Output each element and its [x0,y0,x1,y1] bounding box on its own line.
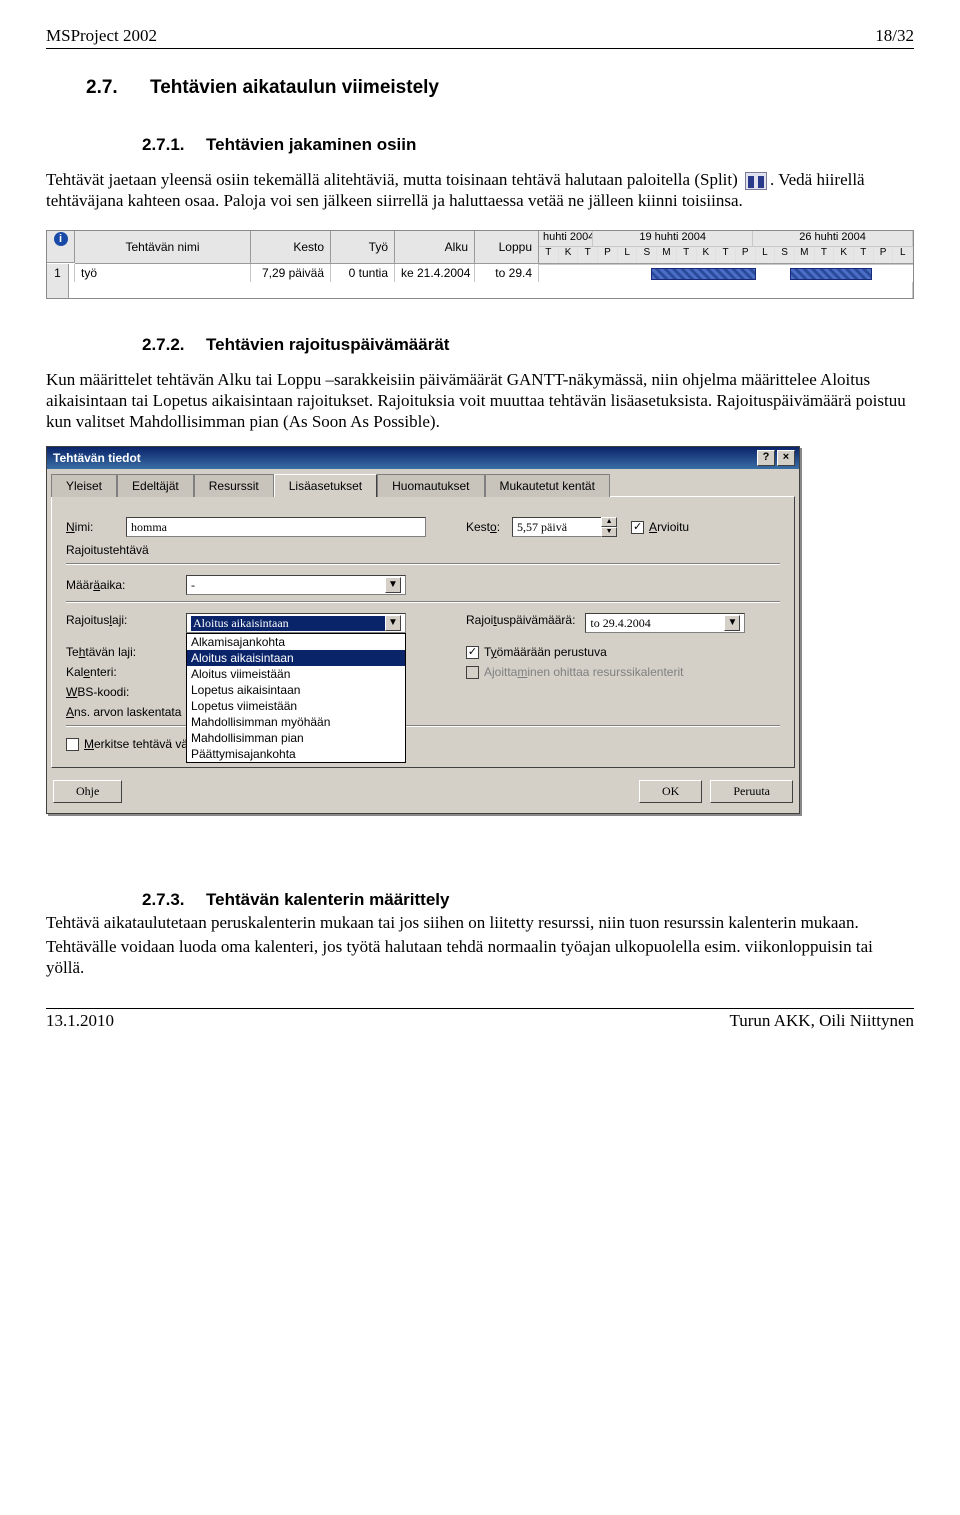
ajoittaminen-checkbox [466,666,479,679]
dialog-titlebar[interactable]: Tehtävän tiedot ? × [47,447,799,469]
option-paattymisajankohta[interactable]: Päättymisajankohta [187,746,405,762]
tab-lisaasetukset[interactable]: Lisäasetukset [274,474,377,497]
paragraph-272: Kun määrittelet tehtävän Alku tai Loppu … [46,369,914,433]
gantt-col-alku: Alku [395,231,475,264]
paragraph-273b: Tehtävälle voidaan luoda oma kalenteri, … [46,936,914,979]
divider [66,563,780,565]
paragraph-273a: Tehtävä aikataulutetaan peruskalenterin … [46,912,914,933]
arvioitu-checkbox[interactable]: ✓ [631,521,644,534]
heading-2-7-2: 2.7.2.Tehtävien rajoituspäivämäärät [142,335,914,355]
gantt-task-alku: ke 21.4.2004 [395,264,475,282]
gantt-task-kesto: 7,29 päivää [251,264,331,282]
spin-down-icon[interactable]: ▼ [601,527,617,537]
rajoituspvm-label: Rajoituspäivämäärä: [466,613,575,627]
info-icon: i [54,232,68,246]
gantt-task-tyo: 0 tuntia [331,264,395,282]
gantt-task-name: työ [75,264,251,282]
tehtlaji-label: Tehtävän laji: [66,645,186,659]
dialog-tabs: Yleiset Edeltäjät Resurssit Lisäasetukse… [47,469,799,496]
divider [66,725,780,727]
rajoituspvm-combo[interactable]: to 29.4.2004 ▼ [585,613,745,633]
chevron-down-icon[interactable]: ▼ [724,615,740,631]
gantt-row-index: 1 [47,264,69,282]
tyomaaraan-label: Työmäärään perustuva [484,645,607,659]
gantt-task-loppu: to 29.4 [475,264,539,282]
page-header: MSProject 2002 18/32 [46,24,914,49]
footer-right: Turun AKK, Oili Niittynen [729,1011,914,1031]
task-info-dialog: Tehtävän tiedot ? × Yleiset Edeltäjät Re… [46,446,800,814]
peruuta-button[interactable]: Peruuta [710,780,793,803]
group-rajoitustehtava: Rajoitustehtävä [66,543,780,557]
option-lopetus-viimeistaan[interactable]: Lopetus viimeistään [187,698,405,714]
heading-2-7: 2.7.Tehtävien aikataulun viimeistely [86,77,914,99]
dialog-title: Tehtävän tiedot [51,451,755,465]
chevron-down-icon[interactable]: ▼ [385,577,401,593]
tyomaaraan-checkbox[interactable]: ✓ [466,646,479,659]
rajoituslaji-listbox[interactable]: Alkamisajankohta Aloitus aikaisintaan Al… [186,633,406,763]
option-lopetus-aikaisintaan[interactable]: Lopetus aikaisintaan [187,682,405,698]
merkitse-checkbox[interactable] [66,738,79,751]
divider [66,601,780,603]
option-mahd-myohaan[interactable]: Mahdollisimman myöhään [187,714,405,730]
kalenteri-label: Kalenteri: [66,665,186,679]
gantt-col-tyo: Työ [331,231,395,264]
page-footer: 13.1.2010 Turun AKK, Oili Niittynen [46,1008,914,1033]
gantt-bar-segment-2 [790,268,872,280]
gantt-days: T K T P L S M T K T P L S M T [539,247,913,263]
split-task-icon [745,172,767,190]
rajoituslaji-combo[interactable]: Aloitus aikaisintaan ▼ Alkamisajankohta … [186,613,406,633]
kesto-spinner[interactable]: 5,57 päivä ▲ ▼ [512,517,617,537]
kesto-label: Kesto: [466,520,500,534]
spin-up-icon[interactable]: ▲ [601,517,617,527]
gantt-screenshot: i Tehtävän nimi Kesto Työ Alku Loppu huh… [46,230,914,299]
option-aloitus-aikaisintaan[interactable]: Aloitus aikaisintaan [187,650,405,666]
header-right: 18/32 [875,26,914,46]
nimi-label: Nimi: [66,520,126,534]
heading-2-7-1: 2.7.1.Tehtävien jakaminen osiin [142,135,914,155]
ohje-button[interactable]: Ohje [53,780,122,803]
tab-yleiset[interactable]: Yleiset [51,474,117,497]
gantt-col-loppu: Loppu [475,231,539,264]
gantt-col-info-icon: i [47,231,75,263]
gantt-bar-segment-1 [651,268,756,280]
chevron-down-icon[interactable]: ▼ [385,615,401,631]
footer-left: 13.1.2010 [46,1011,114,1031]
nimi-input[interactable]: homma [126,517,426,537]
help-button[interactable]: ? [757,450,775,466]
ok-button[interactable]: OK [639,780,702,803]
option-aloitus-viimeistaan[interactable]: Aloitus viimeistään [187,666,405,682]
maaraaika-combo[interactable]: - ▼ [186,575,406,595]
header-left: MSProject 2002 [46,26,157,46]
wbs-label: WBS-koodi: [66,685,186,699]
tab-resurssit[interactable]: Resurssit [194,474,274,497]
option-mahd-pian[interactable]: Mahdollisimman pian [187,730,405,746]
tab-huomautukset[interactable]: Huomautukset [377,474,484,497]
gantt-chart-area [539,264,913,282]
gantt-timeline-header: huhti 2004 19 huhti 2004 26 huhti 2004 T… [539,231,913,264]
gantt-col-name: Tehtävän nimi [75,231,251,264]
close-button[interactable]: × [777,450,795,466]
heading-2-7-3: 2.7.3.Tehtävän kalenterin määrittely [142,890,914,910]
maaraaika-label: Määräaika: [66,578,186,592]
ajoittaminen-label: Ajoittaminen ohittaa resurssikalenterit [484,665,683,679]
rajoituslaji-label: Rajoituslaji: [66,613,186,627]
paragraph-271: Tehtävät jaetaan yleensä osiin tekemällä… [46,169,914,212]
tab-mukautetut[interactable]: Mukautetut kentät [485,474,610,497]
gantt-col-kesto: Kesto [251,231,331,264]
option-alkamisajankohta[interactable]: Alkamisajankohta [187,634,405,650]
tab-edeltajat[interactable]: Edeltäjät [117,474,194,497]
arvioitu-label: Arvioitu [649,520,689,534]
